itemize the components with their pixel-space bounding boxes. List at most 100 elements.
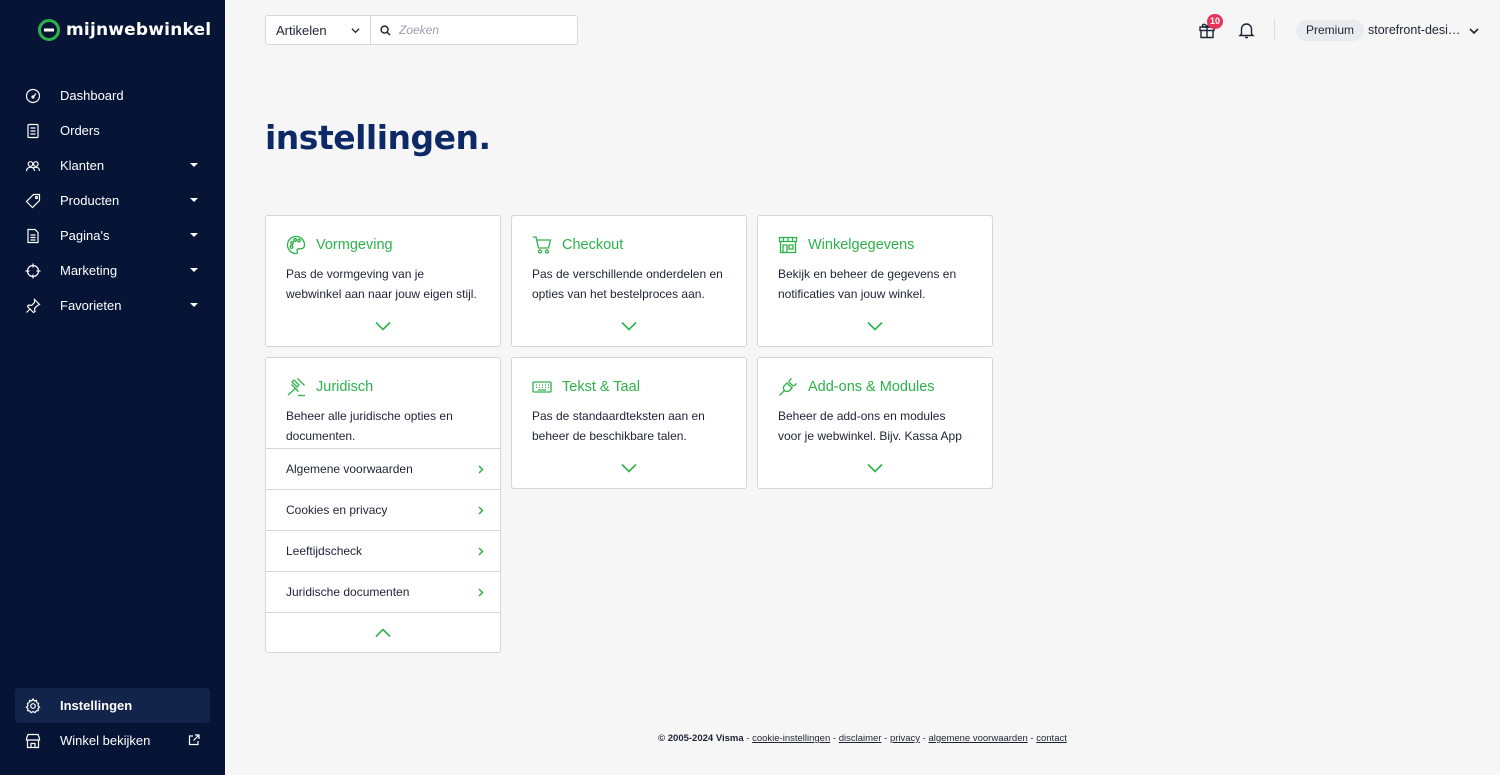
page-icon (25, 228, 41, 244)
bell-icon[interactable] (1238, 21, 1255, 39)
footer-link-algemene-voorwaarden[interactable]: algemene voorwaarden (928, 733, 1027, 744)
chevron-right-icon (478, 465, 484, 474)
notification-count-badge: 10 (1207, 14, 1223, 29)
page-title: instellingen. (265, 118, 491, 157)
sidebar-item-label: Orders (60, 123, 100, 138)
sidebar-item-favorieten[interactable]: Favorieten (15, 288, 210, 323)
settings-card-winkelgegevens[interactable]: Winkelgegevens Bekijk en beheer de gegev… (757, 215, 993, 347)
card-description: Pas de standaardteksten aan en beheer de… (532, 409, 705, 443)
chevron-right-icon (478, 506, 484, 515)
sidebar-item-dashboard[interactable]: Dashboard (15, 78, 210, 113)
sidebar-item-marketing[interactable]: Marketing (15, 253, 210, 288)
sidebar-item-label: Instellingen (60, 698, 133, 713)
caret-down-icon (190, 198, 198, 202)
card-title: Checkout (562, 236, 624, 253)
settings-card-tekst-taal[interactable]: Tekst & Taal Pas de standaardteksten aan… (511, 357, 747, 489)
collapse-toggle[interactable] (266, 612, 500, 653)
external-link-icon (188, 733, 200, 746)
card-title: Winkelgegevens (808, 236, 915, 253)
legal-links-list: Algemene voorwaarden Cookies en privacy … (266, 448, 500, 653)
card-header: Tekst & Taal (512, 358, 746, 402)
store-switcher-label[interactable]: storefront-design-test (1368, 23, 1464, 37)
sidebar: mijnwebwinkel Dashboard Orders Klanten P… (0, 0, 225, 775)
gavel-icon (286, 377, 306, 397)
sidebar-item-label: Winkel bekijken (60, 733, 151, 748)
chevron-down-icon (867, 321, 883, 331)
settings-card-addons-modules[interactable]: Add-ons & Modules Beheer de add-ons en m… (757, 357, 993, 489)
card-description: Beheer alle juridische opties en documen… (286, 409, 453, 443)
topbar: Artikelen 10 Premium storefront-design-t… (225, 0, 1500, 60)
card-description: Beheer de add-ons en modules voor je web… (778, 409, 962, 443)
caret-down-icon (190, 163, 198, 167)
sidebar-item-label: Pagina's (60, 228, 110, 243)
footer-link-contact[interactable]: contact (1036, 733, 1067, 744)
settings-card-juridisch[interactable]: Juridisch Beheer alle juridische opties … (265, 357, 501, 653)
chevron-down-icon (375, 321, 391, 331)
card-header: Juridisch (266, 358, 500, 402)
expand-toggle[interactable] (758, 463, 992, 479)
card-header: Winkelgegevens (758, 216, 992, 260)
footer-link-cookie-instellingen[interactable]: cookie-instellingen (752, 733, 830, 744)
topbar-divider (1274, 19, 1275, 41)
chevron-right-icon (478, 588, 484, 597)
chevron-down-icon[interactable] (1469, 26, 1479, 36)
card-title: Tekst & Taal (562, 378, 640, 395)
footer-link-privacy[interactable]: privacy (890, 733, 920, 744)
shop-icon (778, 235, 798, 255)
sidebar-item-label: Favorieten (60, 298, 122, 313)
chevron-down-icon (867, 463, 883, 473)
card-description: Pas de verschillende onderdelen en optie… (532, 267, 723, 301)
card-header: Add-ons & Modules (758, 358, 992, 402)
sidebar-item-instellingen[interactable]: Instellingen (15, 688, 210, 723)
legal-link-cookies-privacy[interactable]: Cookies en privacy (266, 489, 500, 530)
card-title: Juridisch (316, 378, 374, 395)
plug-icon (778, 377, 798, 397)
card-title: Add-ons & Modules (808, 378, 935, 395)
search-scope-select[interactable]: Artikelen (266, 16, 371, 44)
chevron-up-icon (375, 628, 391, 638)
gear-icon (25, 697, 41, 714)
card-title: Vormgeving (316, 236, 393, 253)
orders-icon (25, 123, 41, 139)
legal-link-algemene-voorwaarden[interactable]: Algemene voorwaarden (266, 448, 500, 489)
plan-badge: Premium (1296, 20, 1365, 41)
card-header: Vormgeving (266, 216, 500, 260)
settings-card-checkout[interactable]: Checkout Pas de verschillende onderdelen… (511, 215, 747, 347)
legal-link-juridische-documenten[interactable]: Juridische documenten (266, 571, 500, 612)
target-icon (25, 263, 41, 279)
sidebar-item-label: Marketing (60, 263, 118, 278)
search-scope-value: Artikelen (276, 22, 327, 38)
search-input[interactable] (399, 23, 569, 37)
store-icon (25, 733, 41, 749)
pin-icon (25, 297, 41, 314)
caret-down-icon (190, 303, 198, 307)
logo[interactable]: mijnwebwinkel (37, 16, 211, 44)
settings-card-vormgeving[interactable]: Vormgeving Pas de vormgeving van je webw… (265, 215, 501, 347)
card-header: Checkout (512, 216, 746, 260)
expand-toggle[interactable] (758, 321, 992, 337)
expand-toggle[interactable] (512, 463, 746, 479)
tag-icon (25, 193, 41, 209)
sidebar-item-winkel-bekijken[interactable]: Winkel bekijken (15, 723, 210, 758)
caret-down-icon (190, 268, 198, 272)
legal-link-label: Leeftijdscheck (286, 544, 363, 558)
sidebar-item-paginas[interactable]: Pagina's (15, 218, 210, 253)
chevron-down-icon (351, 28, 360, 34)
chevron-down-icon (621, 463, 637, 473)
sidebar-item-orders[interactable]: Orders (15, 113, 210, 148)
logo-text: mijnwebwinkel (66, 20, 212, 40)
sidebar-item-klanten[interactable]: Klanten (15, 148, 210, 183)
sidebar-item-label: Dashboard (60, 88, 124, 103)
footer-link-disclaimer[interactable]: disclaimer (839, 733, 882, 744)
sidebar-item-label: Producten (60, 193, 120, 208)
legal-link-leeftijdscheck[interactable]: Leeftijdscheck (266, 530, 500, 571)
sidebar-item-producten[interactable]: Producten (15, 183, 210, 218)
chevron-down-icon (621, 321, 637, 331)
keyboard-icon (532, 377, 552, 397)
expand-toggle[interactable] (512, 321, 746, 337)
search-input-wrap (371, 16, 577, 44)
expand-toggle[interactable] (266, 321, 500, 337)
search-group: Artikelen (265, 15, 578, 45)
footer: © 2005-2024 Visma - cookie-instellingen … (658, 733, 1067, 744)
legal-link-label: Algemene voorwaarden (286, 462, 413, 476)
